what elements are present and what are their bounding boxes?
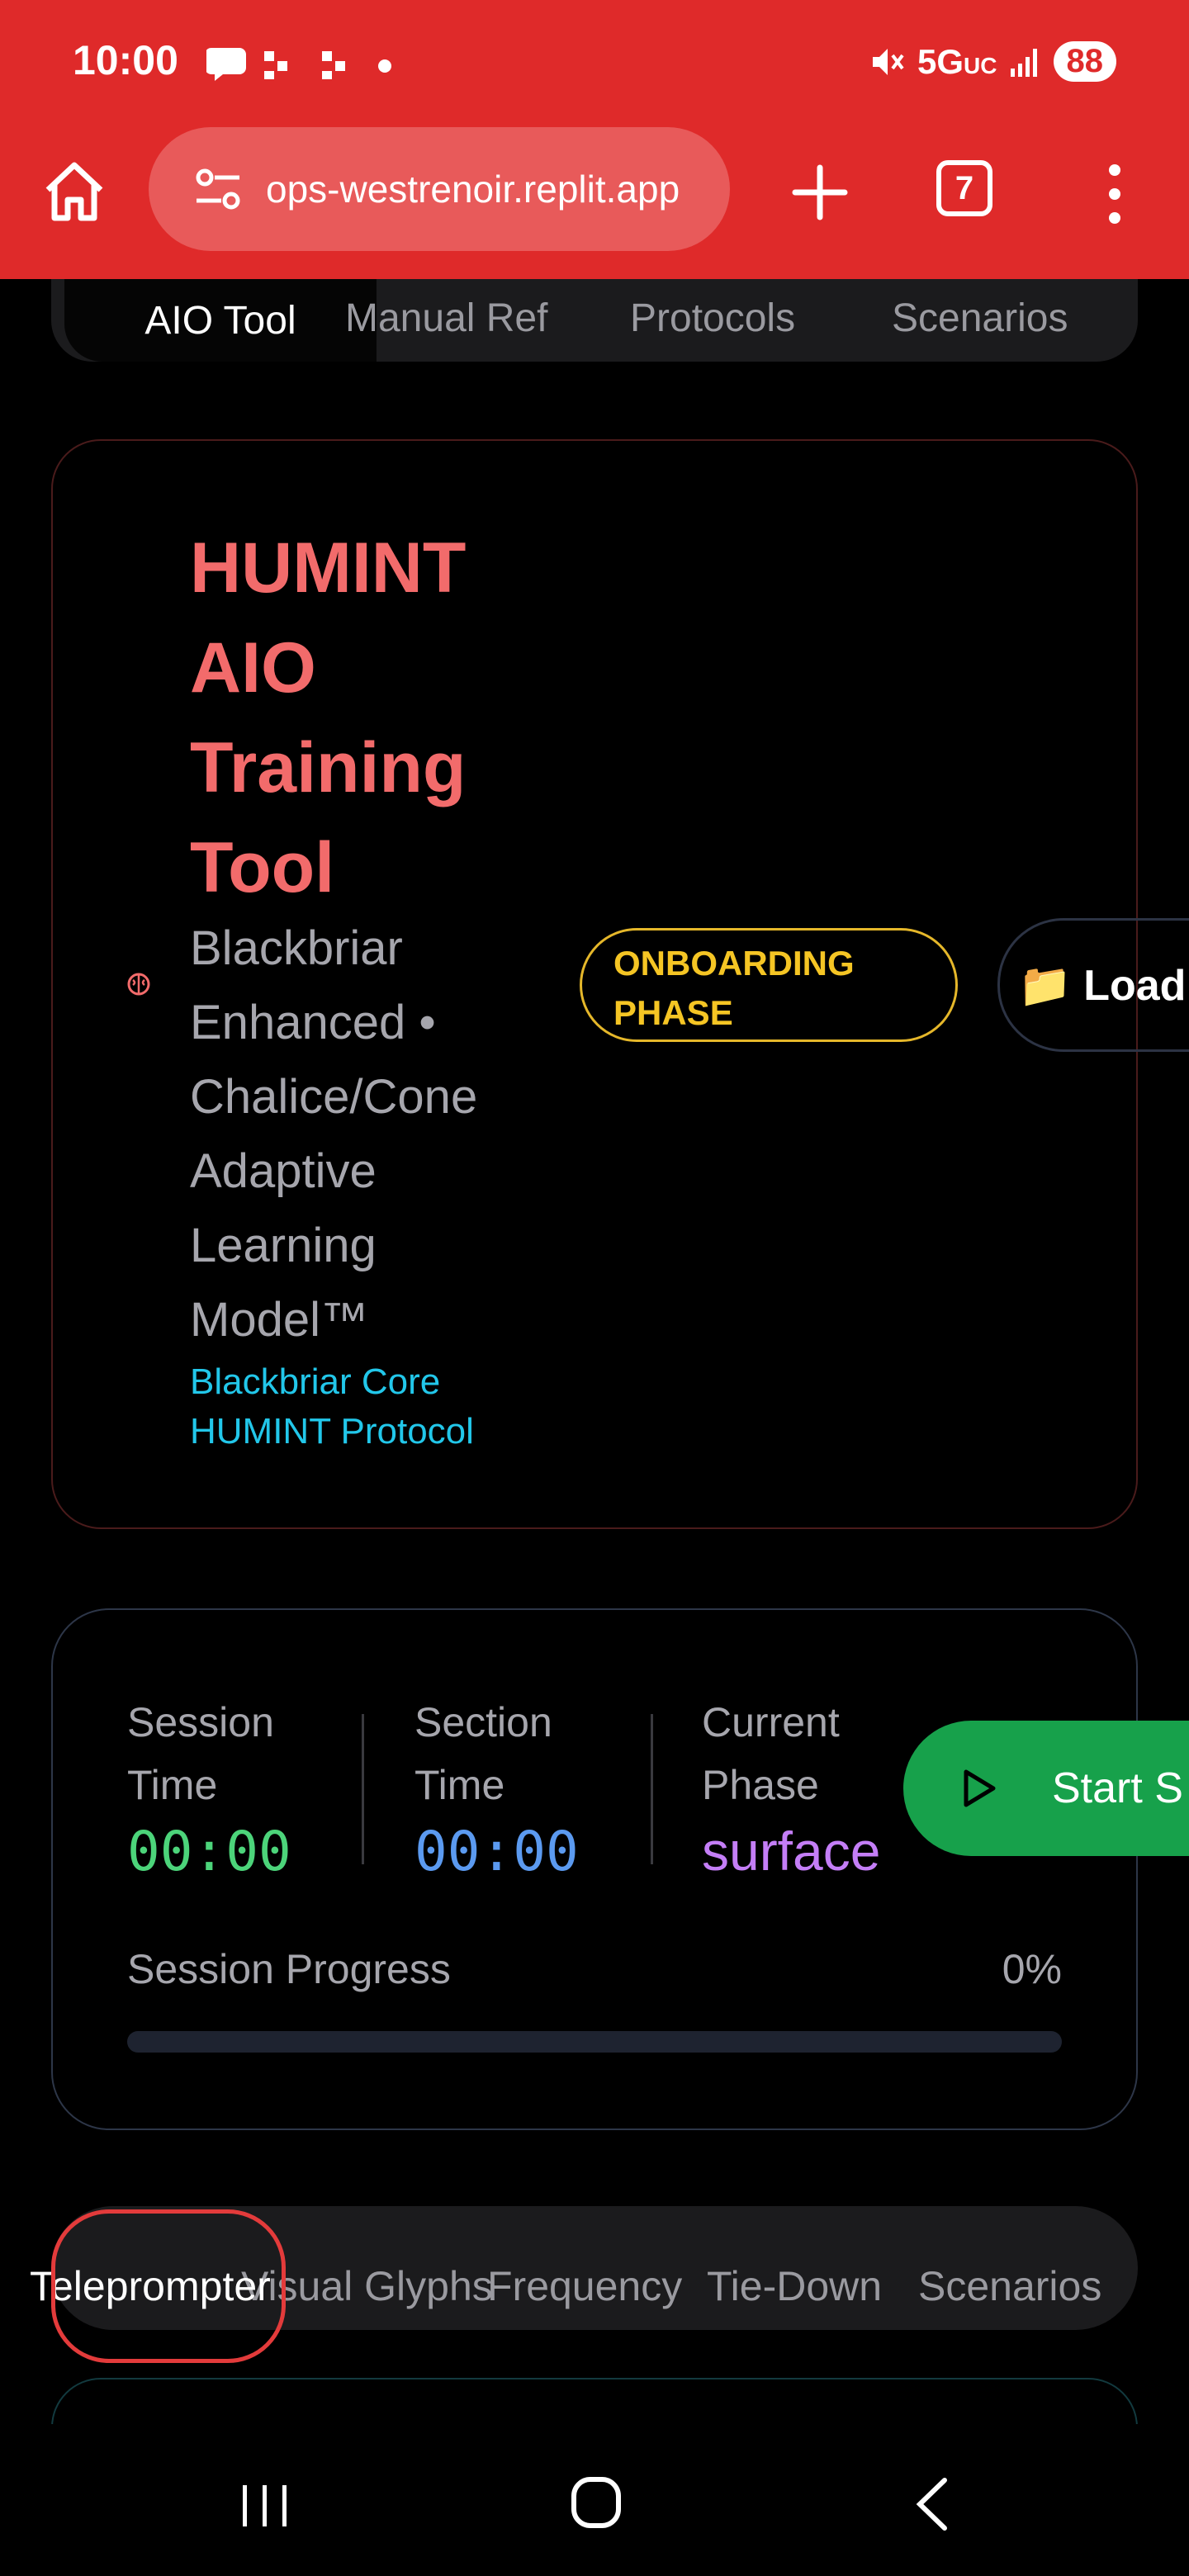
chat-bubble-icon <box>205 48 391 81</box>
start-session-label: Start S <box>1052 1764 1183 1812</box>
progress-bar <box>127 2031 1062 2053</box>
url-text[interactable]: ops-westrenoir.replit.app <box>266 167 680 211</box>
phase-badge: ONBOARDING PHASE <box>580 928 958 1042</box>
battery-indicator: 88 <box>1053 41 1116 82</box>
session-time-value: 00:00 <box>127 1820 291 1883</box>
home-nav-icon[interactable] <box>570 2475 623 2530</box>
progress-percent: 0% <box>1002 1946 1062 1992</box>
tab-tie-down[interactable]: Tie-Down <box>707 2262 882 2310</box>
back-icon[interactable] <box>912 2475 953 2533</box>
tab-scenarios-bottom[interactable]: Scenarios <box>918 2262 1101 2310</box>
status-time: 10:00 <box>73 37 178 83</box>
progress-label: Session Progress <box>127 1946 451 1992</box>
mute-icon <box>873 48 904 75</box>
more-options-icon[interactable] <box>1098 157 1131 231</box>
divider <box>651 1714 653 1864</box>
page-subtitle: Blackbriar Enhanced • Chalice/Cone Adapt… <box>190 921 478 1347</box>
brain-icon <box>127 973 150 996</box>
divider <box>362 1714 364 1864</box>
site-settings-icon[interactable] <box>193 164 243 214</box>
tab-switcher-button[interactable]: 7 <box>936 160 992 216</box>
recents-icon[interactable] <box>239 2480 291 2530</box>
tab-frequency[interactable]: Frequency <box>487 2262 682 2310</box>
signal-icon <box>1010 48 1037 77</box>
play-icon <box>964 1769 996 1807</box>
core-protocol-link[interactable]: Blackbriar Core HUMINT Protocol <box>190 1357 537 1456</box>
status-right: 5GUC 88 <box>869 41 1116 82</box>
tab-protocols[interactable]: Protocols <box>630 296 795 341</box>
tab-scenarios[interactable]: Scenarios <box>892 296 1068 341</box>
address-bar[interactable]: ops-westrenoir.replit.app <box>149 127 730 251</box>
tab-aio-tool[interactable]: AIO Tool <box>64 279 377 362</box>
page-title: HUMINT AIO Training Tool <box>190 528 467 907</box>
notification-icons <box>205 43 454 92</box>
section-time-label: Section Time <box>414 1699 552 1808</box>
home-icon[interactable] <box>40 157 109 226</box>
current-phase-value: surface <box>702 1821 881 1882</box>
new-tab-icon[interactable] <box>783 155 857 230</box>
session-time-label: Session Time <box>127 1699 274 1808</box>
current-phase-label: Current Phase <box>702 1699 840 1808</box>
main-tabs: AIO Tool Manual Ref Protocols Scenarios <box>51 279 1138 362</box>
tap-highlight-ring <box>51 2209 286 2363</box>
tab-manual-ref[interactable]: Manual Ref <box>345 296 547 341</box>
network-type: 5GUC <box>917 41 997 81</box>
section-time-value: 00:00 <box>414 1820 579 1883</box>
load-button[interactable]: 📁 Load <box>997 918 1189 1052</box>
start-session-button[interactable]: Start S <box>903 1721 1189 1856</box>
